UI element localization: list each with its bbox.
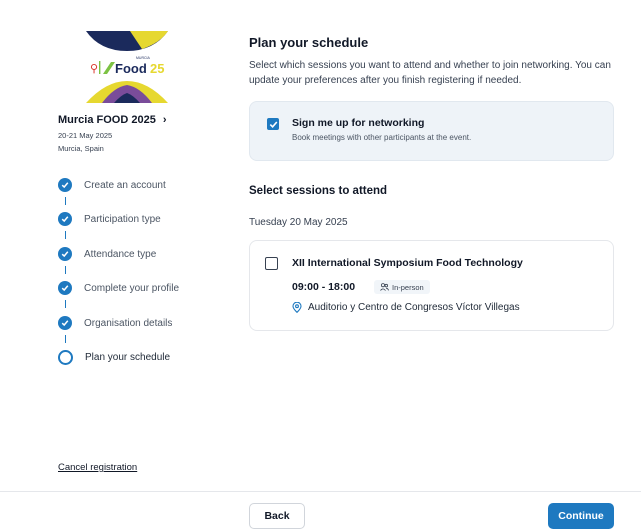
event-dates: 20-21 May 2025 xyxy=(58,131,113,140)
cancel-registration-link[interactable]: Cancel registration xyxy=(58,462,137,473)
session-time: 09:00 - 18:00 xyxy=(292,281,356,293)
step-label: Plan your schedule xyxy=(85,351,171,363)
step-label: Complete your profile xyxy=(84,282,180,294)
event-name: Murcia FOOD 2025 xyxy=(58,114,156,126)
step-label: Create an account xyxy=(84,179,166,191)
step-plan-schedule: Plan your schedule xyxy=(58,348,170,366)
networking-title: Sign me up for networking xyxy=(292,117,425,129)
check-icon xyxy=(58,316,72,330)
event-name-link[interactable]: Murcia FOOD 2025 › xyxy=(58,114,167,126)
badge-label: In-person xyxy=(392,282,424,292)
day-label: Tuesday 20 May 2025 xyxy=(249,217,348,228)
event-logo: ⚲ Food 25 MURCIA xyxy=(84,29,170,105)
people-icon xyxy=(380,283,389,291)
attendance-badge: In-person xyxy=(374,280,430,294)
session-venue: Auditorio y Centro de Congresos Víctor V… xyxy=(292,302,520,313)
networking-description: Book meetings with other participants at… xyxy=(292,133,472,142)
step-connector xyxy=(65,197,67,205)
step-label: Participation type xyxy=(84,213,161,225)
step-connector xyxy=(65,335,67,343)
step-label: Attendance type xyxy=(84,248,157,260)
check-icon xyxy=(58,178,72,192)
session-title: XII International Symposium Food Technol… xyxy=(292,257,523,269)
step-complete-profile: Complete your profile xyxy=(58,279,179,297)
check-icon xyxy=(58,212,72,226)
step-attendance-type: Attendance type xyxy=(58,245,156,263)
session-card[interactable]: XII International Symposium Food Technol… xyxy=(249,240,614,331)
check-icon xyxy=(58,247,72,261)
step-connector xyxy=(65,231,67,239)
sessions-heading: Select sessions to attend xyxy=(249,185,388,197)
svg-text:Food: Food xyxy=(115,61,147,76)
step-label: Organisation details xyxy=(84,317,173,329)
check-icon xyxy=(58,281,72,295)
back-button[interactable]: Back xyxy=(249,503,305,529)
check-icon xyxy=(269,120,277,128)
session-checkbox[interactable] xyxy=(265,257,278,270)
chevron-right-icon: › xyxy=(162,114,167,126)
event-logo-graphic: ⚲ Food 25 MURCIA xyxy=(86,31,168,103)
event-location: Murcia, Spain xyxy=(58,144,104,153)
step-participation-type: Participation type xyxy=(58,210,161,228)
ring-icon xyxy=(58,349,73,365)
location-pin-icon xyxy=(292,302,302,313)
networking-card[interactable]: Sign me up for networking Book meetings … xyxy=(249,101,614,161)
page-subtitle: Select which sessions you want to attend… xyxy=(249,60,611,86)
step-organisation-details: Organisation details xyxy=(58,314,172,332)
svg-text:⚲: ⚲ xyxy=(90,63,98,75)
networking-checkbox[interactable] xyxy=(267,118,279,130)
continue-button[interactable]: Continue xyxy=(548,503,614,529)
venue-label: Auditorio y Centro de Congresos Víctor V… xyxy=(308,302,520,313)
page-title: Plan your schedule xyxy=(249,35,369,50)
logo-tagline: MURCIA xyxy=(136,56,150,60)
logo-year-text: 25 xyxy=(150,61,164,76)
step-connector xyxy=(65,300,67,308)
step-create-account: Create an account xyxy=(58,176,166,194)
step-connector xyxy=(65,266,67,274)
footer-divider xyxy=(0,491,641,492)
